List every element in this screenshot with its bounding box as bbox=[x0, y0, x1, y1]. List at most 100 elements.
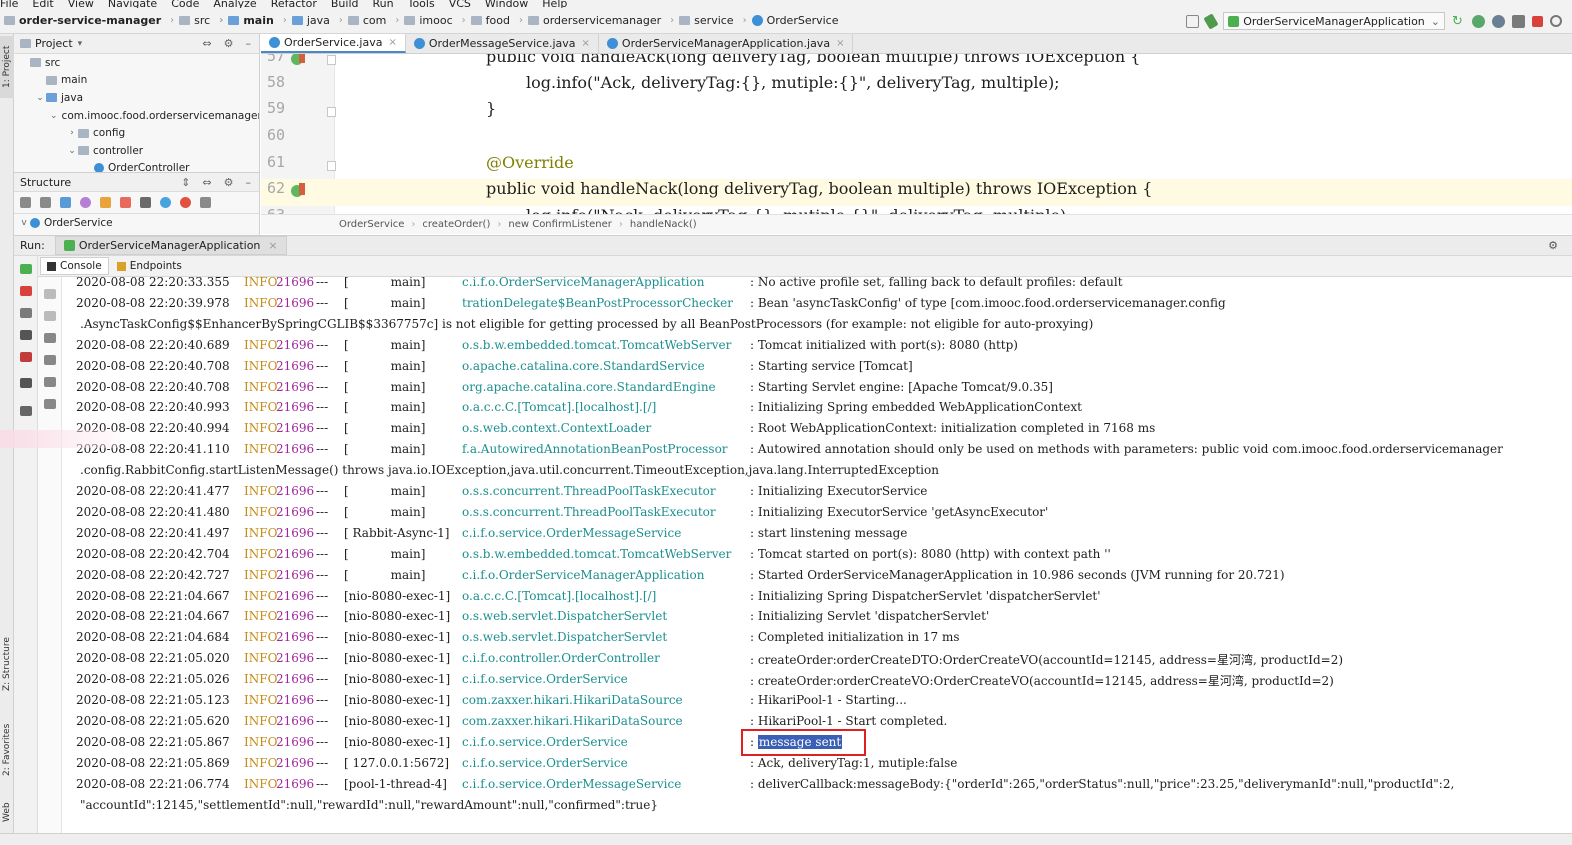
trash-icon[interactable] bbox=[44, 399, 56, 409]
layout-icon[interactable] bbox=[20, 378, 32, 388]
editor-tab[interactable]: OrderService.java × bbox=[261, 34, 406, 53]
chevron-down-icon: ⌄ bbox=[50, 110, 58, 121]
show-inherited-icon[interactable] bbox=[60, 197, 71, 208]
print-icon[interactable] bbox=[44, 377, 56, 387]
nav-crumb[interactable]: › orderservicemanager bbox=[514, 14, 661, 27]
sort-alpha-icon[interactable] bbox=[40, 197, 51, 208]
nav-crumb[interactable]: › src bbox=[165, 14, 210, 27]
tree-item[interactable]: main bbox=[14, 72, 259, 90]
tree-item[interactable]: › config bbox=[14, 124, 259, 142]
collapse-all-icon[interactable]: ⇔ bbox=[202, 37, 211, 50]
menu-item[interactable]: Edit bbox=[32, 0, 53, 8]
menu-item[interactable]: Help bbox=[542, 0, 567, 8]
nav-project[interactable]: order-service-manager bbox=[4, 14, 161, 27]
arrow-up-icon[interactable] bbox=[44, 289, 56, 299]
pin-icon[interactable] bbox=[20, 406, 32, 416]
tree-item[interactable]: ⌄ java bbox=[14, 89, 259, 107]
show-properties-icon[interactable] bbox=[80, 197, 91, 208]
fold-icon[interactable] bbox=[327, 107, 336, 117]
tree-item[interactable]: ⌄ com.imooc.food.orderservicemanager bbox=[14, 107, 259, 125]
close-icon[interactable]: × bbox=[388, 37, 396, 48]
stop-icon[interactable] bbox=[1532, 15, 1543, 27]
fold-icon[interactable] bbox=[327, 161, 336, 171]
camera-icon[interactable] bbox=[20, 330, 32, 340]
show-fields-icon[interactable] bbox=[100, 197, 111, 208]
scroll-to-end-icon[interactable] bbox=[44, 355, 56, 365]
tool-tab-web[interactable]: Web bbox=[0, 792, 14, 832]
tree-item[interactable]: ⌄ controller bbox=[14, 142, 259, 160]
run-tab[interactable]: OrderServiceManagerApplication × bbox=[54, 236, 287, 255]
collapse-all-icon[interactable]: ⇔ bbox=[202, 176, 211, 189]
menu-item[interactable]: VCS bbox=[449, 0, 471, 8]
profile-icon[interactable] bbox=[1512, 14, 1525, 28]
code-editor[interactable]: 57 public void handleAck(long deliveryTag… bbox=[261, 54, 1572, 214]
nav-crumb[interactable]: › imooc bbox=[390, 14, 452, 27]
arrow-down-icon[interactable] bbox=[44, 311, 56, 321]
nav-crumb[interactable]: › food bbox=[457, 14, 510, 27]
fold-icon[interactable] bbox=[327, 55, 336, 65]
soft-wrap-icon[interactable] bbox=[44, 333, 56, 343]
log-level: INFO bbox=[244, 442, 278, 457]
editor-breadcrumb-item[interactable]: createOrder() bbox=[422, 219, 490, 230]
filter-icon[interactable] bbox=[140, 197, 151, 208]
show-anonymous-icon[interactable] bbox=[180, 197, 191, 208]
code-text: log.info("Nack, deliveryTag:{}, mutiple:… bbox=[526, 206, 1072, 214]
coverage-icon[interactable] bbox=[1492, 14, 1505, 28]
gear-icon[interactable]: ⚙ bbox=[1548, 239, 1558, 252]
pause-icon[interactable] bbox=[20, 308, 32, 318]
thread-name: [ main] bbox=[344, 337, 426, 352]
editor-breadcrumb-item[interactable]: new ConfirmListener bbox=[508, 219, 612, 230]
menu-item[interactable]: Refactor bbox=[271, 0, 317, 8]
editor-tab[interactable]: OrderServiceManagerApplication.java × bbox=[599, 34, 854, 53]
structure-root[interactable]: v OrderService bbox=[14, 214, 259, 232]
editor-tab[interactable]: OrderMessageService.java × bbox=[406, 34, 599, 53]
nav-crumb[interactable]: › com bbox=[334, 14, 387, 27]
show-lambdas-icon[interactable] bbox=[160, 197, 171, 208]
menu-item[interactable]: Tools bbox=[408, 0, 435, 8]
menu-item[interactable]: File bbox=[0, 0, 18, 8]
editor-breadcrumb-item[interactable]: OrderService bbox=[339, 219, 404, 230]
gear-icon[interactable]: ⚙ bbox=[224, 176, 234, 189]
menu-item[interactable]: Analyze bbox=[213, 0, 256, 8]
gear-icon[interactable]: ⚙ bbox=[224, 37, 234, 50]
chevron-down-icon[interactable]: ▾ bbox=[78, 39, 83, 49]
thread-name: [ main] bbox=[344, 504, 426, 519]
nav-crumb[interactable]: › service bbox=[665, 14, 733, 27]
nav-crumb[interactable]: › OrderService bbox=[738, 14, 839, 27]
menu-item[interactable]: Navigate bbox=[108, 0, 157, 8]
close-icon[interactable]: × bbox=[268, 239, 277, 252]
expand-all-icon[interactable]: ⇕ bbox=[181, 176, 190, 189]
search-everywhere-icon[interactable] bbox=[1550, 15, 1562, 27]
layout-icon[interactable] bbox=[1186, 14, 1200, 28]
close-icon[interactable]: × bbox=[836, 38, 844, 49]
stop-icon[interactable] bbox=[20, 286, 32, 296]
tab-console[interactable]: Console bbox=[40, 257, 109, 275]
rerun-icon[interactable]: ↻ bbox=[1452, 15, 1465, 28]
rerun-icon[interactable] bbox=[20, 264, 32, 274]
menu-item[interactable]: Code bbox=[171, 0, 199, 8]
debug-icon[interactable] bbox=[1472, 14, 1485, 28]
sort-visibility-icon[interactable] bbox=[20, 197, 31, 208]
close-icon[interactable]: × bbox=[582, 38, 590, 49]
tab-endpoints[interactable]: Endpoints bbox=[111, 258, 188, 274]
menu-item[interactable]: Window bbox=[485, 0, 528, 8]
tool-tab-project[interactable]: 1: Project bbox=[0, 36, 14, 98]
nav-crumb[interactable]: › java bbox=[278, 14, 330, 27]
hammer-icon[interactable] bbox=[1203, 12, 1219, 30]
hide-icon[interactable]: – bbox=[246, 37, 252, 50]
autoscroll-icon[interactable] bbox=[200, 197, 211, 208]
tree-item[interactable]: OrderController bbox=[14, 160, 259, 172]
tool-tab-favorites[interactable]: 2: Favorites bbox=[0, 710, 14, 790]
log-message: : Initializing Spring DispatcherServlet … bbox=[750, 588, 1101, 603]
nav-crumb[interactable]: › main bbox=[214, 14, 274, 27]
menu-item[interactable]: Build bbox=[331, 0, 359, 8]
tool-tab-structure[interactable]: Z: Structure bbox=[0, 624, 14, 704]
tree-item[interactable]: src bbox=[14, 54, 259, 72]
run-config-select[interactable]: OrderServiceManagerApplication ⌄ bbox=[1223, 12, 1445, 30]
menu-item[interactable]: Run bbox=[373, 0, 394, 8]
menu-item[interactable]: View bbox=[68, 0, 94, 8]
hide-icon[interactable]: – bbox=[246, 176, 252, 189]
exit-icon[interactable] bbox=[20, 352, 32, 362]
editor-breadcrumb-item[interactable]: handleNack() bbox=[630, 219, 697, 230]
show-non-public-icon[interactable] bbox=[120, 197, 131, 208]
